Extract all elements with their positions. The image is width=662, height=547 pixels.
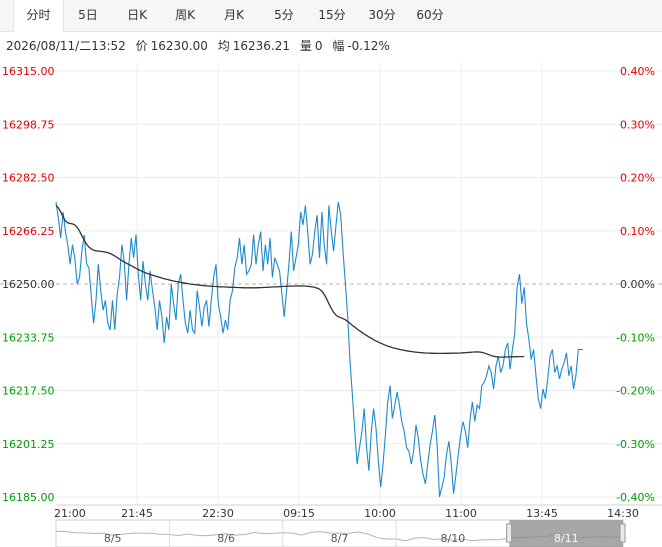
y-tick-label-left: 16185.00 xyxy=(2,491,55,504)
y-tick-label-left: 16266.25 xyxy=(2,225,55,238)
y-tick-label-right: -0.30% xyxy=(616,438,655,451)
y-tick-label-right: 0.10% xyxy=(620,225,655,238)
timeline-handle-right[interactable] xyxy=(619,523,626,543)
x-tick-label: 22:30 xyxy=(202,507,234,520)
y-tick-label-left: 16233.75 xyxy=(2,331,55,344)
y-tick-label-right: -0.40% xyxy=(616,491,655,504)
timeline-date-label: 8/7 xyxy=(331,532,349,545)
y-tick-label-left: 16282.50 xyxy=(2,172,55,185)
x-tick-label: 11:00 xyxy=(445,507,477,520)
price-line xyxy=(55,202,583,498)
x-tick-label: 21:00 xyxy=(54,507,86,520)
timeline-handle-left[interactable] xyxy=(506,523,513,543)
y-tick-label-left: 16217.50 xyxy=(2,385,55,398)
timeline-selected-date-label: 8/11 xyxy=(554,532,579,545)
x-tick-label: 21:45 xyxy=(121,507,153,520)
y-tick-label-right: 0.40% xyxy=(620,65,655,78)
timeline-date-label: 8/6 xyxy=(217,532,235,545)
y-tick-label-left: 16250.00 xyxy=(2,278,55,291)
y-tick-label-right: 0.00% xyxy=(620,278,655,291)
timeline-date-label: 8/10 xyxy=(441,532,466,545)
intraday-chart: 16315.00 0.40% 16298.75 0.30% 16282.50 0.20% 1… xyxy=(0,63,662,547)
x-tick-label: 09:15 xyxy=(283,507,315,520)
y-tick-label-left: 16298.75 xyxy=(2,118,55,131)
x-tick-label: 14:30 xyxy=(607,507,639,520)
timeline-date-label: 8/5 xyxy=(104,532,122,545)
y-tick-label-right: 0.20% xyxy=(620,172,655,185)
y-tick-label-left: 16201.25 xyxy=(2,438,55,451)
y-tick-label-right: -0.10% xyxy=(616,331,655,344)
y-tick-label-right: -0.20% xyxy=(616,385,655,398)
x-tick-label: 13:45 xyxy=(526,507,558,520)
y-tick-label-right: 0.30% xyxy=(620,118,655,131)
y-tick-label-left: 16315.00 xyxy=(2,65,55,78)
average-line xyxy=(55,204,525,358)
x-tick-label: 10:00 xyxy=(364,507,396,520)
